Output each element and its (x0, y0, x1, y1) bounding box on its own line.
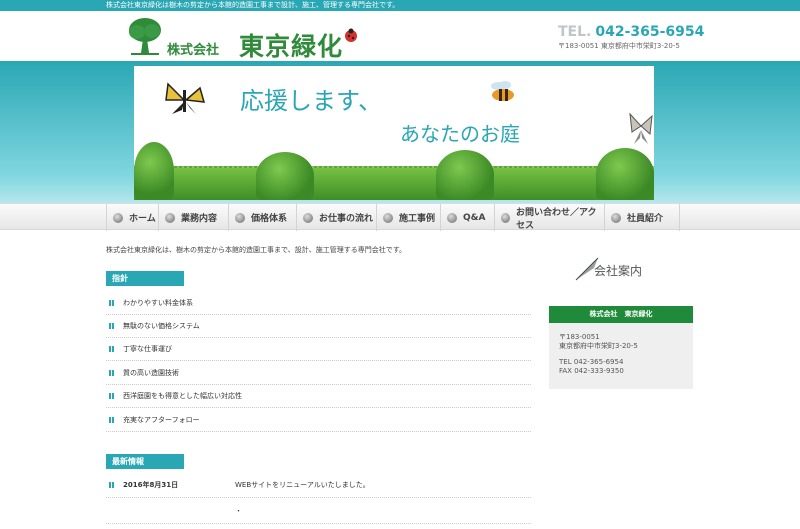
intro-text: 株式会社東京緑化は、樹木の剪定から本館的造園工事まで、設計、施工管理する専門会社… (106, 246, 407, 254)
policy-item: 無駄のない価格システム (106, 315, 531, 338)
bush-1 (134, 142, 174, 200)
nav-bullet-icon (383, 212, 393, 223)
list-bullet-icon (109, 346, 115, 352)
bush-3 (436, 150, 494, 200)
company-tel: TEL 042-365-6954 (559, 358, 624, 366)
nav-bullet-icon (165, 212, 175, 223)
bee-icon (491, 81, 514, 101)
company-address: 東京都府中市栄町3-20-5 (559, 342, 638, 350)
news-item[interactable]: ・ (106, 499, 531, 524)
header-address: 〒183-0051 東京都府中市栄町3-20-5 (558, 42, 680, 50)
company-heading: 会社案内 (594, 264, 643, 278)
company-box-title: 株式会社 東京緑化 (549, 306, 693, 323)
moth-icon (629, 112, 653, 144)
site-header: 株式会社 東京緑化 TEL. 042-365-6954 〒183-0051 東京都… (0, 11, 800, 61)
news-text: WEBサイトをリニューアルいたしました。 (235, 481, 370, 489)
top-tagline: 株式会社東京緑化は樹木の剪定から本館的造園工事まで設計、施工、管理する専門会社で… (106, 1, 400, 9)
nav-bullet-icon (447, 212, 457, 223)
butterfly-icon (165, 82, 206, 114)
news-date: 2016年8月31日 (123, 481, 179, 489)
nav-faq[interactable]: Q&A (440, 204, 494, 231)
nav-contact[interactable]: お問い合わせ／アクセス (494, 204, 604, 231)
nav-staff[interactable]: 社員紹介 (604, 204, 680, 231)
policy-item: 丁寧な仕事運び (106, 338, 531, 361)
phone-label: TEL. (558, 24, 592, 40)
logo-company-type: 株式会社 (167, 43, 220, 58)
list-bullet-icon (109, 370, 115, 376)
nav-bullet-icon (235, 212, 245, 223)
policy-item: 質の高い造園技術 (106, 362, 531, 385)
main-nav: ホーム 業務内容 価格体系 お仕事の流れ 施工事例 Q&A お問い合わせ／アクセ… (0, 203, 800, 231)
banner-headline-2: あなたのお庭 (400, 122, 520, 146)
nav-workflow[interactable]: お仕事の流れ (296, 204, 376, 231)
list-bullet-icon (109, 393, 115, 399)
nav-bullet-icon (501, 212, 510, 223)
policy-item: 西洋庭園をも得意とした幅広い対応性 (106, 385, 531, 408)
tree-icon (129, 18, 161, 55)
site-logo[interactable]: 株式会社 東京緑化 (127, 17, 367, 63)
bush-2 (256, 152, 314, 200)
header-phone[interactable]: TEL. 042-365-6954 (558, 24, 704, 40)
nav-services[interactable]: 業務内容 (158, 204, 228, 231)
hero-banner: 応援します、 あなたのお庭 (134, 66, 654, 200)
news-text: ・ (235, 507, 242, 515)
banner-headline-1: 応援します、 (240, 87, 383, 115)
policy-item: 充実なアフターフォロー (106, 409, 531, 432)
list-bullet-icon (109, 482, 115, 488)
phone-number: 042-365-6954 (595, 24, 705, 40)
list-bullet-icon (109, 300, 115, 306)
nav-pricing[interactable]: 価格体系 (228, 204, 296, 231)
news-heading: 最新情報 (106, 454, 184, 469)
company-fax: FAX 042-333-9350 (559, 367, 624, 375)
nav-home[interactable]: ホーム (106, 204, 158, 231)
logo-company-name: 東京緑化 (239, 32, 344, 61)
nav-cases[interactable]: 施工事例 (376, 204, 440, 231)
nav-bullet-icon (303, 212, 313, 223)
list-bullet-icon (109, 323, 115, 329)
nav-bullet-icon (113, 212, 123, 223)
nav-bullet-icon (611, 212, 621, 223)
news-item[interactable]: 2016年8月31日 WEBサイトをリニューアルいたしました。 (106, 473, 531, 498)
top-tagline-bar: 株式会社東京緑化は樹木の剪定から本館的造園工事まで設計、施工、管理する専門会社で… (0, 0, 800, 11)
ladybug-icon (345, 28, 357, 42)
policy-heading: 指針 (106, 271, 184, 286)
company-info-box: 株式会社 東京緑化 〒183-0051 東京都府中市栄町3-20-5 TEL 0… (549, 306, 693, 389)
list-bullet-icon (109, 417, 115, 423)
policy-item: わかりやすい料金体系 (106, 292, 531, 315)
grass-strip (134, 168, 654, 200)
bush-4 (596, 148, 654, 200)
